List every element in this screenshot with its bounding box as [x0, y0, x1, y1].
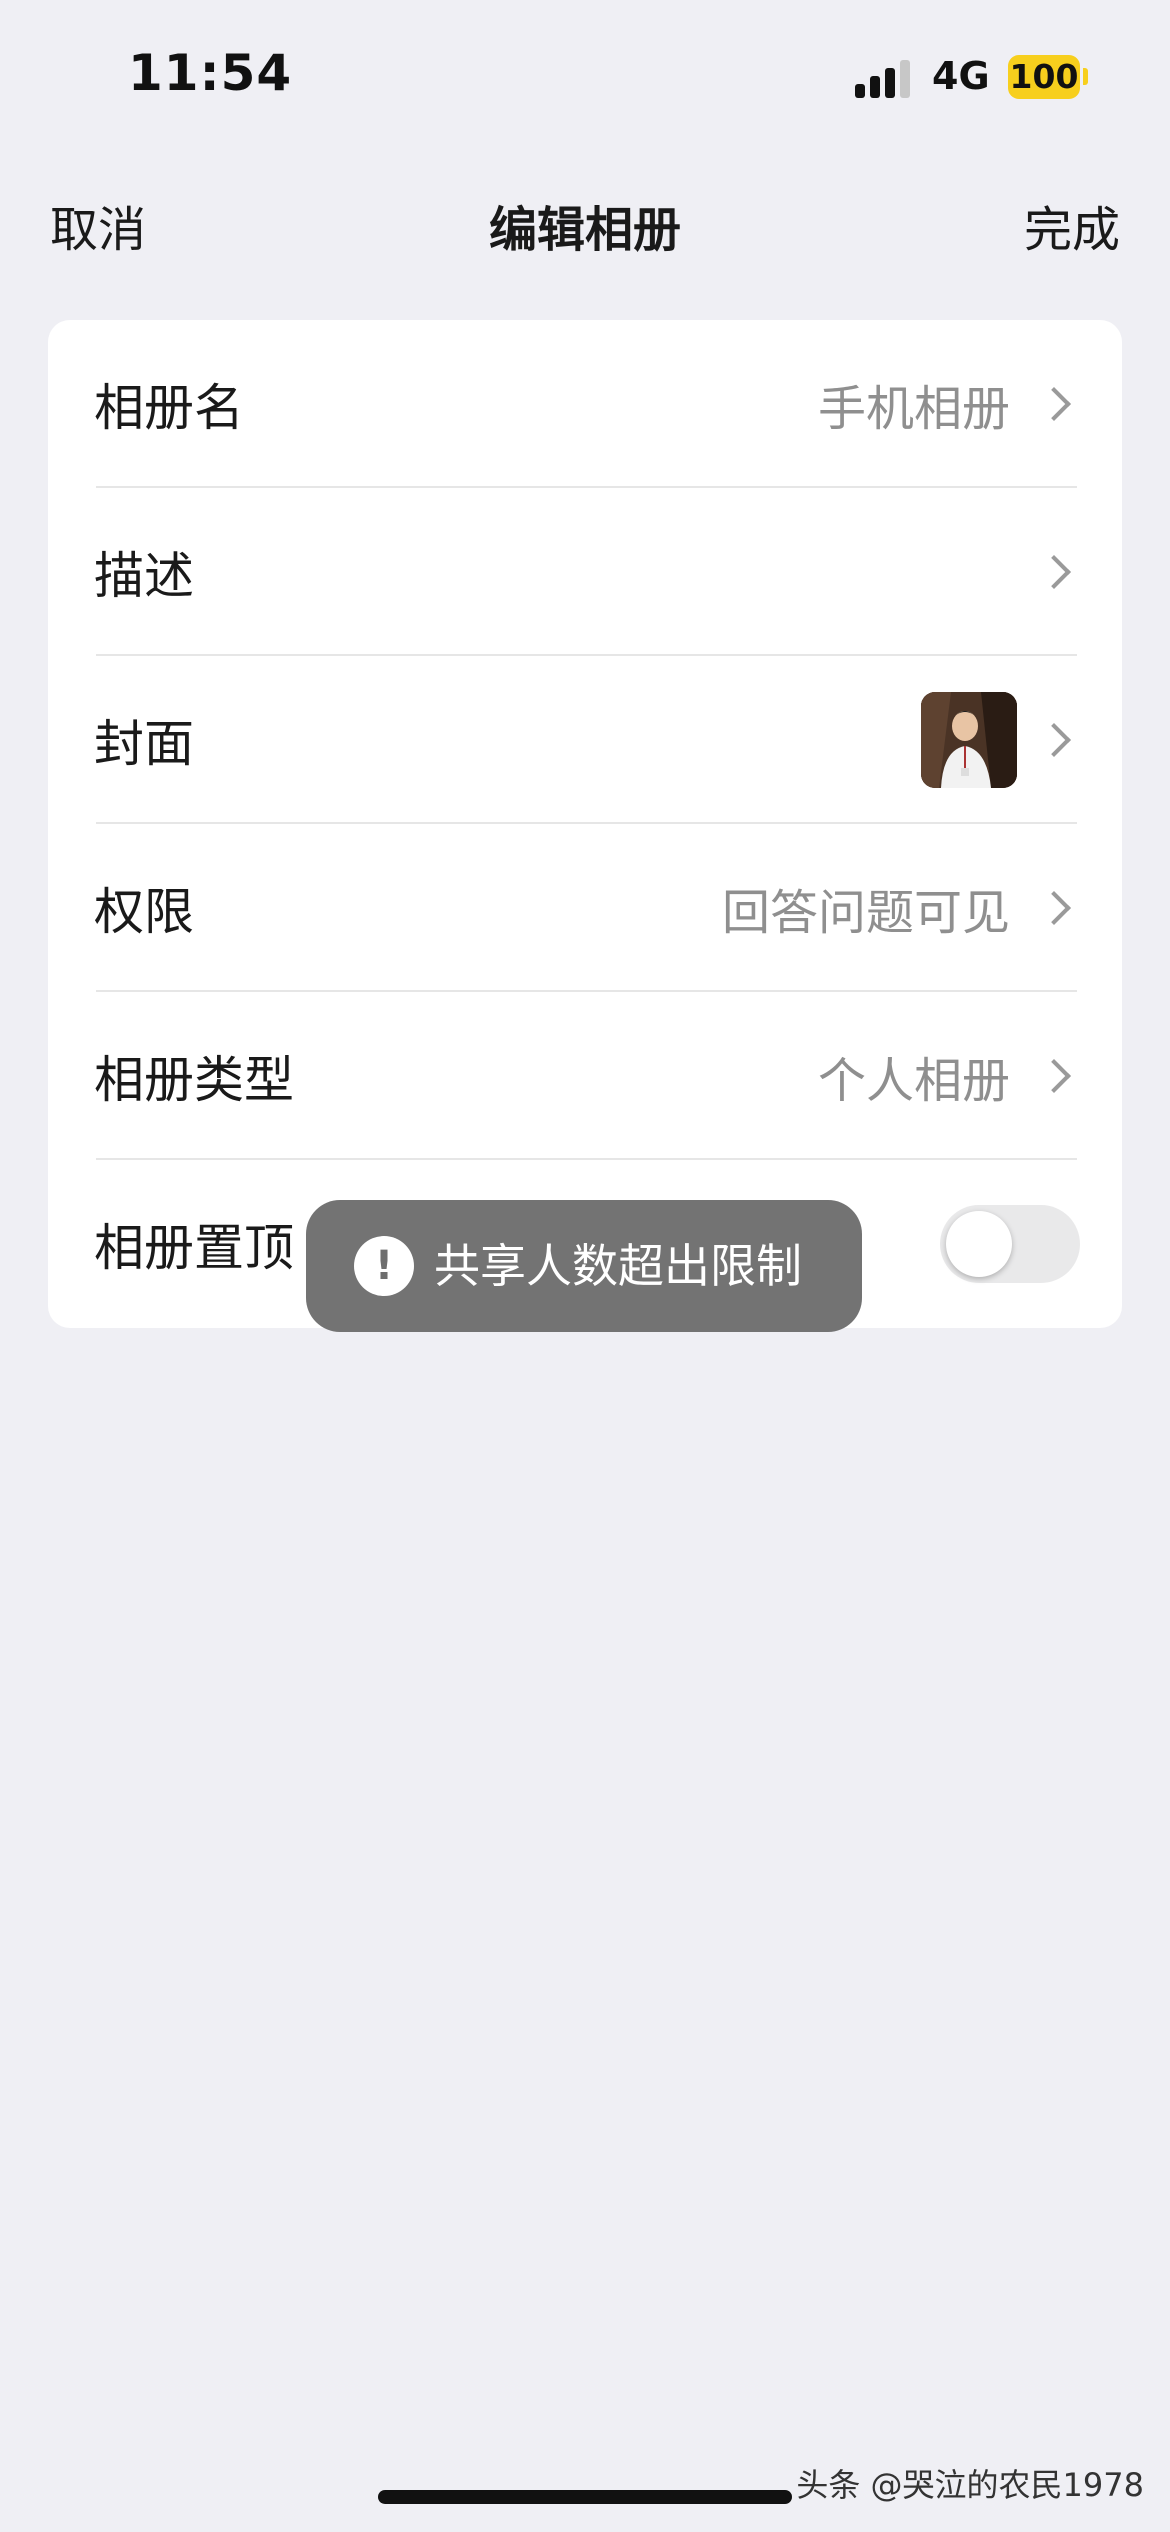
done-button[interactable]: 完成	[1024, 190, 1120, 260]
page-title: 编辑相册	[488, 202, 681, 258]
row-value: 手机相册	[817, 381, 1010, 437]
exclamation-icon: !	[354, 1236, 414, 1296]
row-value: 回答问题可见	[721, 885, 1010, 941]
row-permission[interactable]: 权限 回答问题可见	[48, 824, 1122, 992]
toast-message: 共享人数超出限制	[434, 1239, 802, 1293]
cellular-signal-icon	[855, 58, 915, 98]
toggle-knob	[946, 1211, 1012, 1277]
battery-tip	[1083, 68, 1088, 85]
home-indicator[interactable]	[378, 2490, 792, 2504]
chevron-right-icon	[1037, 723, 1071, 757]
chevron-right-icon	[1037, 387, 1071, 421]
row-label: 相册类型	[94, 1051, 294, 1109]
row-label: 描述	[94, 547, 194, 605]
row-value: 个人相册	[817, 1053, 1010, 1109]
status-bar: 11:54 4G 100	[0, 0, 1170, 150]
row-label: 相册置顶	[94, 1219, 294, 1277]
row-label: 封面	[94, 715, 194, 773]
row-label: 权限	[94, 883, 194, 941]
row-album-name[interactable]: 相册名 手机相册	[48, 320, 1122, 488]
album-settings-card: 相册名 手机相册 描述 封面 权限 回答问题可见 相册类型 个人相册 相册置顶	[48, 320, 1122, 1328]
chevron-right-icon	[1037, 891, 1071, 925]
row-description[interactable]: 描述	[48, 488, 1122, 656]
chevron-right-icon	[1037, 1059, 1071, 1093]
battery-icon: 100	[1008, 55, 1080, 99]
cover-thumbnail	[921, 692, 1017, 788]
watermark: 头条 @哭泣的农民1978	[796, 2466, 1144, 2504]
error-toast: ! 共享人数超出限制	[306, 1200, 862, 1332]
status-time: 11:54	[128, 44, 293, 102]
network-type: 4G	[932, 54, 990, 98]
row-label: 相册名	[94, 379, 244, 437]
row-album-type[interactable]: 相册类型 个人相册	[48, 992, 1122, 1160]
chevron-right-icon	[1037, 555, 1071, 589]
row-cover[interactable]: 封面	[48, 656, 1122, 824]
cancel-button[interactable]: 取消	[50, 190, 146, 260]
pin-album-toggle[interactable]	[940, 1205, 1080, 1283]
